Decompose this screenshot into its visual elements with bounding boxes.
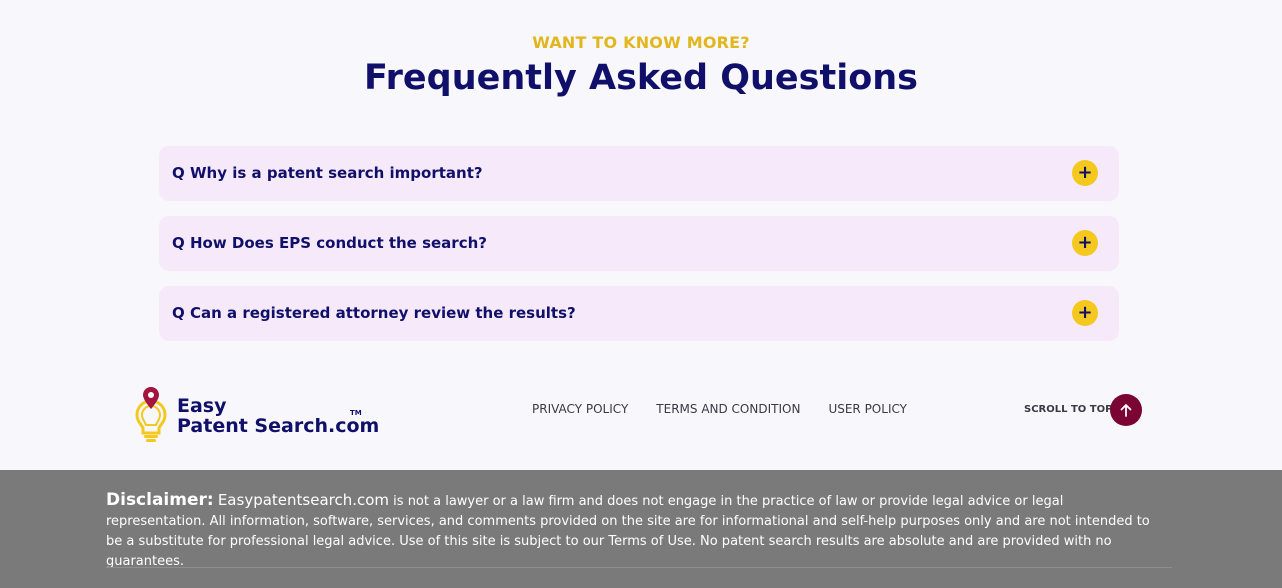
faq-item[interactable]: Q Can a registered attorney review the r… [159, 286, 1119, 341]
site-logo[interactable]: Easy Patent Search.com TM [135, 387, 379, 447]
faq-question[interactable]: Q Can a registered attorney review the r… [172, 286, 576, 341]
privacy-policy-link[interactable]: PRIVACY POLICY [532, 402, 628, 416]
logo-trademark: TM [350, 409, 362, 417]
disclaimer-site-name: Easypatentsearch.com [217, 491, 390, 509]
scroll-to-top-label[interactable]: SCROLL TO TOP [1024, 404, 1112, 415]
footer-nav: PRIVACY POLICY TERMS AND CONDITION USER … [532, 402, 907, 416]
arrow-up-icon [1120, 404, 1132, 417]
disclaimer-bar: Disclaimer: Easypatentsearch.com is not … [0, 470, 1282, 588]
scroll-to-top-button[interactable] [1110, 394, 1142, 426]
footer-divider [106, 567, 1172, 568]
terms-and-condition-link[interactable]: TERMS AND CONDITION [656, 402, 800, 416]
faq-question[interactable]: Q How Does EPS conduct the search? [172, 216, 487, 271]
user-policy-link[interactable]: USER POLICY [828, 402, 907, 416]
logo-line-2: Patent Search.com [177, 415, 380, 437]
disclaimer-text: Disclaimer: Easypatentsearch.com is not … [106, 490, 1166, 572]
faq-item[interactable]: Q Why is a patent search important? + [159, 146, 1119, 201]
logo-text: Easy Patent Search.com [177, 396, 379, 436]
faq-eyebrow: WANT TO KNOW MORE? [532, 33, 750, 52]
footer-top: Easy Patent Search.com TM PRIVACY POLICY… [0, 370, 1282, 470]
logo-line-1: Easy [177, 395, 227, 417]
plus-icon[interactable]: + [1072, 160, 1098, 186]
plus-icon[interactable]: + [1072, 300, 1098, 326]
faq-question[interactable]: Q Why is a patent search important? [172, 146, 483, 201]
faq-item[interactable]: Q How Does EPS conduct the search? + [159, 216, 1119, 271]
plus-icon[interactable]: + [1072, 230, 1098, 256]
disclaimer-label: Disclaimer: [106, 490, 214, 510]
faq-title: Frequently Asked Questions [363, 58, 919, 98]
lightbulb-pin-icon [135, 387, 167, 442]
